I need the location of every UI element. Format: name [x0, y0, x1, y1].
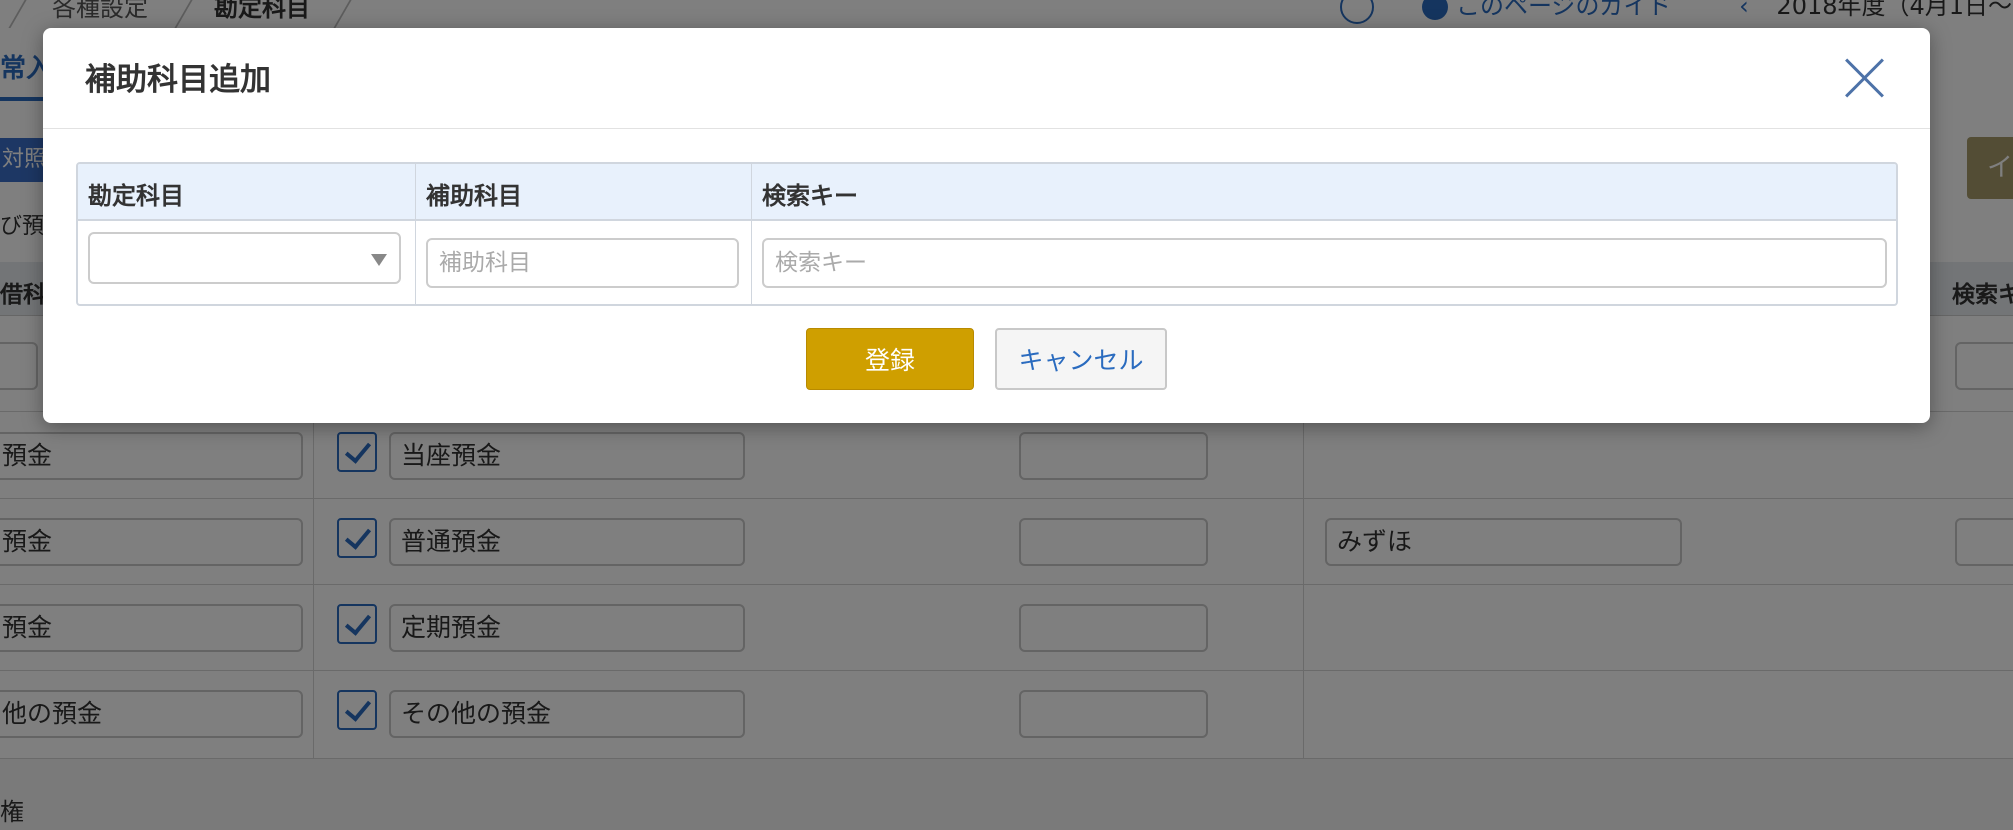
modal-header: 補助科目追加 [43, 28, 1930, 129]
register-button[interactable]: 登録 [806, 328, 974, 390]
search-key-input[interactable] [762, 238, 1887, 288]
dropdown-arrow-icon [371, 254, 387, 266]
account-select[interactable] [88, 232, 401, 284]
modal-title: 補助科目追加 [85, 62, 271, 98]
close-icon[interactable] [1843, 56, 1887, 100]
sub-account-form-table: 勘定科目 補助科目 検索キー [76, 162, 1898, 306]
column-header-account: 勘定科目 [88, 182, 184, 210]
add-sub-account-modal: 補助科目追加 勘定科目 補助科目 検索キー 登録 キャンセル [43, 28, 1930, 423]
cancel-button[interactable]: キャンセル [995, 328, 1167, 390]
sub-account-input[interactable] [426, 238, 739, 288]
form-table-header: 勘定科目 補助科目 検索キー [78, 164, 1896, 221]
column-header-sub-account: 補助科目 [426, 182, 522, 210]
column-header-search-key: 検索キー [762, 182, 858, 210]
